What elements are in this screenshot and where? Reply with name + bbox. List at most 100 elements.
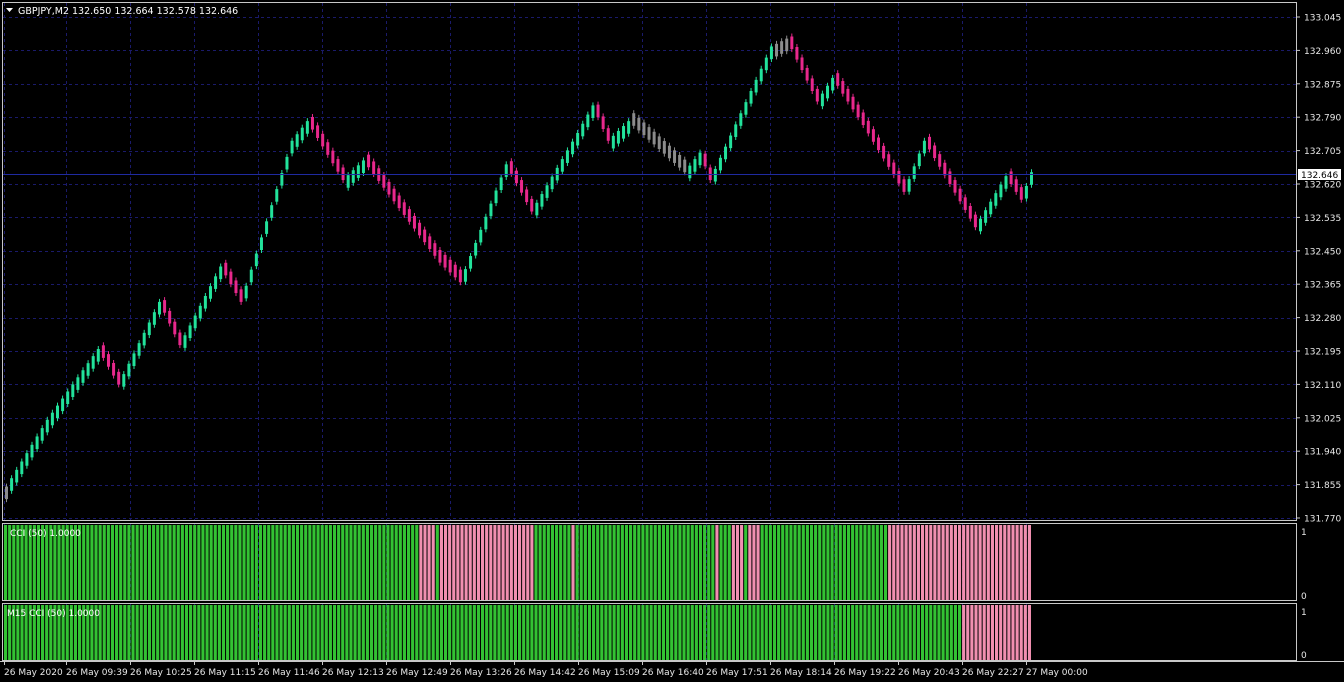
histogram-bar [456, 525, 460, 600]
histogram-bar [645, 605, 649, 660]
renko-brick [208, 286, 212, 299]
histogram-bar [254, 605, 258, 660]
renko-brick [305, 121, 309, 134]
time-tick-label: 26 May 20:43 [898, 668, 960, 678]
histogram-bar [443, 525, 448, 600]
histogram-bar [443, 605, 448, 660]
histogram-bar [641, 605, 645, 660]
chevron-down-icon[interactable] [6, 8, 13, 12]
renko-brick [239, 289, 243, 302]
histogram-bar [205, 605, 209, 660]
histogram-bar [448, 605, 452, 660]
histogram-bar [184, 525, 189, 600]
histogram-bar [476, 525, 480, 600]
renko-brick [474, 242, 478, 256]
renko-brick [219, 266, 223, 280]
renko-brick [484, 216, 488, 230]
renko-brick [504, 164, 508, 177]
histogram-bar [785, 605, 789, 660]
histogram-bar [485, 525, 489, 600]
time-tick-label: 26 May 14:42 [514, 668, 576, 678]
histogram-bar [912, 525, 916, 600]
histogram-bar [608, 605, 612, 660]
m15-cci-panel-frame [2, 603, 1297, 661]
renko-brick [530, 198, 534, 212]
histogram-bar [966, 525, 970, 600]
m15-cci-scale-bottom: 0 [1301, 651, 1307, 661]
histogram-bar [291, 605, 295, 660]
histogram-bar [538, 525, 542, 600]
histogram-bar [110, 605, 115, 660]
renko-brick [810, 78, 814, 92]
renko-brick [769, 46, 773, 60]
histogram-bar [448, 525, 452, 600]
histogram-bar [711, 525, 715, 600]
chart-canvas[interactable]: 133.045 132.960 132.875 132.790 132.705 132.6… [0, 0, 1344, 682]
histogram-bar [929, 605, 933, 660]
histogram-bar [518, 525, 522, 600]
histogram-bar [756, 525, 760, 600]
histogram-bar [246, 605, 250, 660]
renko-brick [310, 116, 314, 130]
histogram-bar [649, 605, 653, 660]
renko-brick [259, 237, 263, 251]
histogram-bar [690, 525, 694, 600]
histogram-bar [415, 605, 419, 660]
time-tick-label: 26 May 12:13 [322, 668, 384, 678]
histogram-bar [98, 525, 102, 600]
histogram-bar [201, 525, 205, 600]
symbol-header[interactable]: GBPJPY,M2 132.650 132.664 132.578 132.64… [18, 6, 238, 17]
time-axis: 26 May 2020 26 May 09:39 26 May 10:25 26 Ma… [4, 661, 1088, 678]
histogram-bar [567, 605, 571, 660]
renko-brick [499, 177, 503, 191]
histogram-bar [324, 525, 328, 600]
histogram-bar [649, 525, 653, 600]
histogram-bar [538, 605, 542, 660]
histogram-bar [834, 605, 838, 660]
histogram-bar [530, 525, 534, 600]
renko-brick [132, 353, 136, 367]
histogram-bar [234, 605, 238, 660]
histogram-bar [563, 525, 567, 600]
histogram-bar [205, 525, 209, 600]
renko-brick [953, 180, 957, 193]
histogram-bar [587, 605, 592, 660]
histogram-bar [756, 605, 760, 660]
histogram-bar [406, 605, 411, 660]
histogram-bar [830, 525, 834, 600]
histogram-bar [941, 605, 945, 660]
histogram-bar [189, 605, 193, 660]
histogram-bar [949, 605, 953, 660]
renko-brick [112, 362, 116, 376]
histogram-bar [592, 525, 596, 600]
histogram-bar [160, 605, 164, 660]
renko-brick [591, 105, 595, 118]
histogram-bar [110, 525, 115, 600]
histogram-bar [526, 605, 530, 660]
histogram-bar [291, 525, 295, 600]
histogram-bar [271, 605, 275, 660]
histogram-bar [793, 525, 797, 600]
histogram-bar [213, 525, 217, 600]
renko-brick [525, 189, 529, 203]
histogram-bar [583, 605, 587, 660]
renko-brick [50, 412, 54, 426]
histogram-bar [904, 525, 908, 600]
histogram-bar [974, 605, 978, 660]
histogram-bar [102, 605, 106, 660]
histogram-bar [896, 525, 900, 600]
renko-brick [346, 175, 350, 188]
renko-brick [535, 202, 539, 216]
renko-brick [86, 363, 90, 376]
histogram-bar [135, 525, 139, 600]
renko-brick [759, 68, 763, 82]
renko-brick [106, 354, 110, 367]
renko-brick [994, 193, 998, 206]
histogram-bar [550, 605, 555, 660]
renko-brick [183, 335, 187, 348]
renko-brick [361, 160, 365, 173]
histogram-bar [937, 605, 941, 660]
histogram-bar [106, 605, 110, 660]
histogram-bar [250, 525, 254, 600]
histogram-bar [916, 525, 920, 600]
